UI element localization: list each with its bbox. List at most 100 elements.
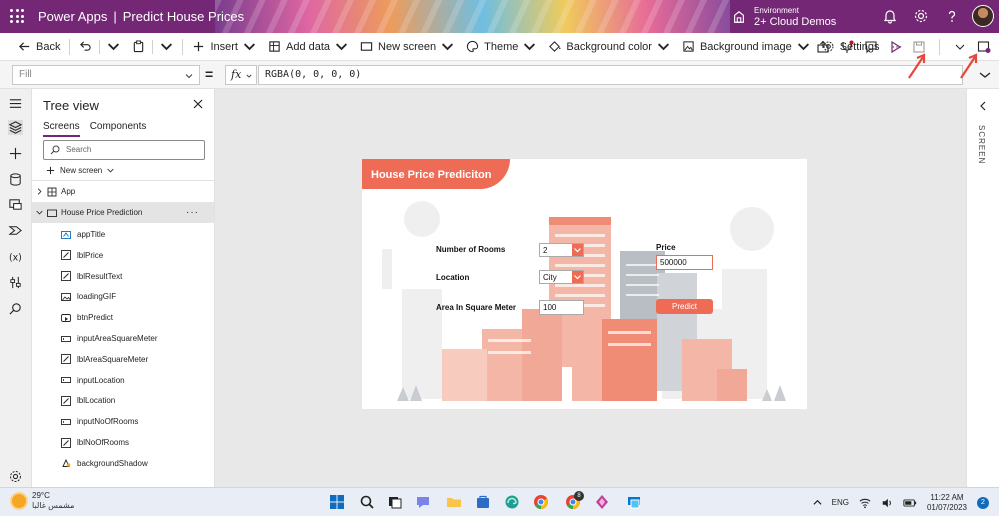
image-icon bbox=[61, 292, 71, 301]
clock[interactable]: 11:22 AM 01/07/2023 bbox=[927, 493, 967, 513]
properties-panel-label[interactable]: SCREEN bbox=[977, 125, 986, 164]
chevron-down-icon[interactable] bbox=[160, 40, 173, 53]
canvas-area: House Price Prediciton Number of Rooms 2… bbox=[215, 89, 966, 487]
app-header-title: House Price Prediciton bbox=[362, 159, 510, 189]
wifi-icon[interactable] bbox=[859, 497, 871, 509]
chevron-down-icon[interactable] bbox=[36, 209, 43, 216]
tree-item-btnPredict[interactable]: btnPredict bbox=[32, 307, 214, 328]
tree-item-label: loadingGIF bbox=[77, 292, 117, 302]
fx-button[interactable]: fx bbox=[225, 65, 257, 85]
tree-item-screen[interactable]: House Price Prediction ··· bbox=[32, 202, 214, 223]
chevron-up-icon[interactable] bbox=[813, 498, 822, 507]
chrome-profile-app[interactable]: 8 bbox=[562, 491, 584, 514]
button-icon bbox=[61, 313, 71, 322]
chevron-down-icon[interactable] bbox=[107, 40, 120, 53]
settings-gear-icon[interactable] bbox=[8, 469, 23, 484]
store-icon[interactable] bbox=[475, 494, 491, 510]
edge-icon[interactable] bbox=[504, 494, 520, 510]
tree-item-backgroundShadow[interactable]: backgroundShadow bbox=[32, 453, 214, 474]
add-data-button[interactable]: Add data bbox=[262, 33, 354, 61]
weather-widget[interactable]: 29°C مشمس غالبا bbox=[12, 491, 74, 511]
command-bar: Back Insert Add data New screen Theme Ba… bbox=[0, 33, 999, 61]
tree-item-appTitle[interactable]: appTitle bbox=[32, 224, 214, 245]
rooms-dropdown[interactable]: 2 bbox=[539, 243, 584, 257]
chevron-right-icon[interactable] bbox=[36, 188, 43, 195]
chevron-left-icon[interactable] bbox=[979, 101, 987, 111]
power-apps-icon[interactable] bbox=[594, 494, 610, 510]
tree-item-label: lblAreaSquareMeter bbox=[77, 354, 149, 364]
notification-badge[interactable]: 2 bbox=[977, 496, 989, 509]
tree-search-input[interactable]: Search bbox=[43, 140, 205, 160]
app-checker-icon[interactable] bbox=[840, 40, 854, 54]
app-launcher-icon[interactable] bbox=[10, 9, 24, 23]
tree-item-lblAreaSquareMeter[interactable]: lblAreaSquareMeter bbox=[32, 349, 214, 370]
chevron-down-icon bbox=[797, 43, 809, 51]
volume-icon[interactable] bbox=[881, 497, 893, 509]
remote-desktop-icon[interactable] bbox=[626, 494, 642, 510]
tree-item-inputNoOfRooms[interactable]: inputNoOfRooms bbox=[32, 411, 214, 432]
advanced-tools-icon[interactable] bbox=[8, 275, 23, 290]
tree-item-app[interactable]: App bbox=[32, 181, 214, 202]
tree-item-lblNoOfRooms[interactable]: lblNoOfRooms bbox=[32, 432, 214, 453]
battery-icon[interactable] bbox=[903, 497, 917, 509]
file-explorer-icon[interactable] bbox=[446, 494, 462, 510]
more-options-button[interactable]: ··· bbox=[186, 207, 199, 218]
predict-button[interactable]: Predict bbox=[656, 299, 713, 314]
tree-item-loadingGIF[interactable]: loadingGIF bbox=[32, 286, 214, 307]
app-screen-preview[interactable]: House Price Prediciton Number of Rooms 2… bbox=[362, 159, 807, 409]
user-avatar[interactable] bbox=[972, 5, 994, 27]
environment-picker[interactable]: Environment 2+ Cloud Demos bbox=[732, 3, 836, 31]
teams-chat-icon[interactable] bbox=[415, 494, 431, 510]
expand-formula-icon[interactable] bbox=[979, 70, 991, 80]
undo-button[interactable] bbox=[73, 33, 126, 61]
area-input[interactable]: 100 bbox=[539, 300, 584, 315]
new-screen-button[interactable]: New screen bbox=[354, 33, 460, 61]
tree-view-icon[interactable] bbox=[8, 120, 23, 135]
background-color-button[interactable]: Background color bbox=[542, 33, 676, 61]
tree-item-inputAreaSquareMeter[interactable]: inputAreaSquareMeter bbox=[32, 328, 214, 349]
formula-input[interactable]: RGBA(0, 0, 0, 0) bbox=[258, 65, 963, 85]
back-button[interactable]: Back bbox=[12, 33, 66, 61]
tree-item-lblResultText[interactable]: lblResultText bbox=[32, 266, 214, 287]
tree-item-label: lblLocation bbox=[77, 396, 116, 406]
theme-button[interactable]: Theme bbox=[460, 33, 542, 61]
background-image-button[interactable]: Background image bbox=[676, 33, 816, 61]
windows-start-icon[interactable] bbox=[329, 494, 345, 510]
gear-icon[interactable] bbox=[913, 8, 929, 24]
paste-button[interactable] bbox=[126, 33, 179, 61]
tree-item-inputLocation[interactable]: inputLocation bbox=[32, 370, 214, 391]
comment-icon[interactable] bbox=[864, 40, 878, 54]
tree-item-lblLocation[interactable]: lblLocation bbox=[32, 390, 214, 411]
tree-item-lblPrice[interactable]: lblPrice bbox=[32, 245, 214, 266]
help-icon[interactable] bbox=[944, 8, 960, 24]
data-icon[interactable] bbox=[8, 172, 23, 187]
insert-button[interactable]: Insert bbox=[186, 33, 262, 61]
language-indicator[interactable]: ENG bbox=[832, 498, 849, 507]
close-icon[interactable] bbox=[193, 99, 203, 109]
properties-panel-collapsed: SCREEN bbox=[966, 89, 999, 487]
power-automate-icon[interactable] bbox=[8, 223, 23, 238]
play-icon[interactable] bbox=[888, 40, 902, 54]
property-dropdown[interactable]: Fill bbox=[12, 65, 200, 85]
tree-item-label: appTitle bbox=[77, 230, 106, 239]
tab-screens[interactable]: Screens bbox=[43, 121, 80, 137]
location-dropdown[interactable]: City bbox=[539, 270, 584, 284]
hamburger-icon[interactable] bbox=[8, 96, 23, 111]
search-icon[interactable] bbox=[8, 301, 23, 316]
textinput-icon bbox=[61, 418, 71, 425]
share-icon[interactable] bbox=[816, 40, 830, 54]
search-icon[interactable] bbox=[359, 494, 375, 510]
variables-icon[interactable]: (x) bbox=[8, 249, 23, 264]
task-view-icon[interactable] bbox=[387, 494, 403, 510]
chrome-icon[interactable] bbox=[533, 494, 549, 510]
title-bar: Power Apps | Predict House Prices Environm… bbox=[0, 0, 999, 33]
bell-icon[interactable] bbox=[882, 8, 898, 24]
palette-icon bbox=[467, 40, 479, 53]
product-name[interactable]: Power Apps bbox=[38, 9, 107, 24]
tab-components[interactable]: Components bbox=[90, 121, 147, 137]
media-icon[interactable] bbox=[8, 197, 23, 212]
tree-view-title: Tree view bbox=[43, 98, 99, 113]
tree-item-label: inputAreaSquareMeter bbox=[77, 334, 158, 343]
tree-new-screen-button[interactable]: New screen bbox=[46, 166, 114, 175]
insert-plus-icon[interactable] bbox=[8, 146, 23, 161]
